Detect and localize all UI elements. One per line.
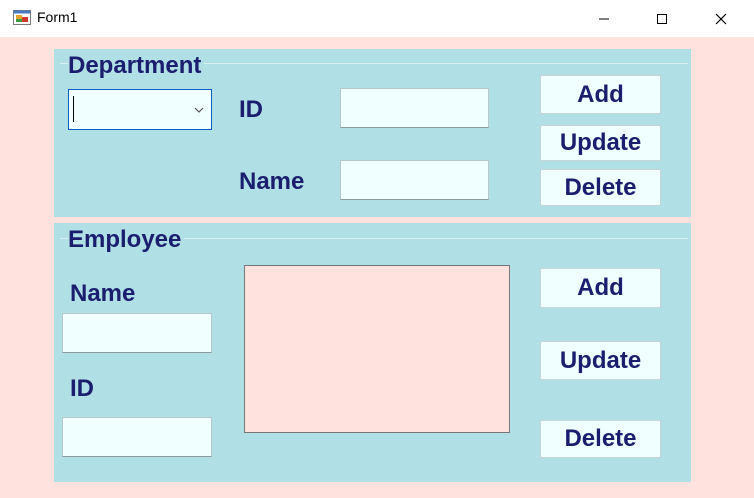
department-id-label: ID <box>239 96 263 123</box>
employee-listbox[interactable] <box>244 265 510 433</box>
maximize-button[interactable] <box>633 0 691 37</box>
department-combobox[interactable] <box>68 89 212 130</box>
title-bar[interactable]: Form1 <box>0 0 754 37</box>
minimize-icon <box>599 18 609 19</box>
dropdown-button[interactable] <box>187 90 211 129</box>
department-update-button[interactable]: Update <box>540 125 661 161</box>
department-add-button[interactable]: Add <box>540 75 661 114</box>
window-title: Form1 <box>37 9 78 25</box>
employee-add-button[interactable]: Add <box>540 268 661 308</box>
maximize-icon <box>657 13 667 24</box>
employee-name-field[interactable] <box>62 313 212 353</box>
chevron-down-icon <box>194 107 204 113</box>
app-icon <box>13 10 31 25</box>
department-name-field[interactable] <box>340 160 489 200</box>
text-caret <box>73 96 74 122</box>
employee-id-label: ID <box>70 375 94 402</box>
department-id-field[interactable] <box>340 88 489 128</box>
department-group-title: Department <box>68 52 205 80</box>
department-delete-button[interactable]: Delete <box>540 169 661 206</box>
department-name-label: Name <box>239 168 305 195</box>
employee-group-title: Employee <box>68 226 185 254</box>
employee-id-field[interactable] <box>62 417 212 457</box>
close-icon <box>715 13 727 24</box>
close-button[interactable] <box>692 0 750 37</box>
employee-update-button[interactable]: Update <box>540 341 661 380</box>
minimize-button[interactable] <box>575 0 633 37</box>
employee-delete-button[interactable]: Delete <box>540 420 661 458</box>
employee-name-label: Name <box>70 280 136 307</box>
